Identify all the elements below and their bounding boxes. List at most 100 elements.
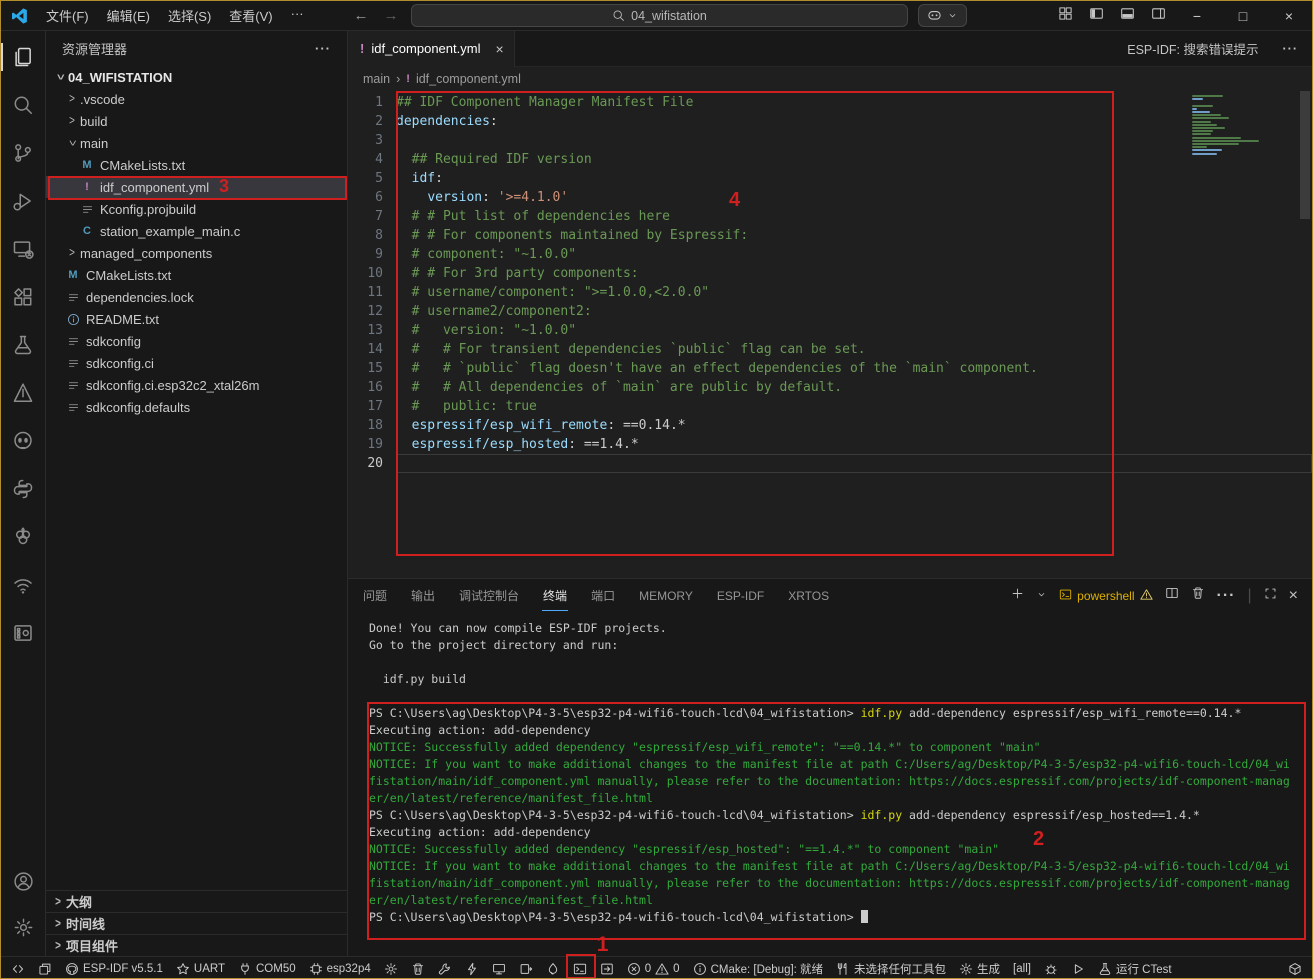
panel-tab[interactable]: XRTOS: [787, 583, 830, 609]
maximize-panel-button[interactable]: [1264, 587, 1277, 605]
status-com-port[interactable]: COM50: [238, 962, 296, 976]
status-flash[interactable]: [465, 962, 479, 976]
status-build-flash-monitor[interactable]: [519, 962, 533, 976]
panel-tab[interactable]: 终端: [542, 581, 568, 611]
status-full-clean[interactable]: [411, 962, 425, 976]
panel-tab[interactable]: 端口: [590, 581, 616, 610]
panel-tab[interactable]: 调试控制台: [458, 581, 520, 610]
terminal-shell-item[interactable]: powershell: [1059, 588, 1152, 604]
status-debug-launch[interactable]: [1044, 962, 1058, 976]
activity-remote-explorer[interactable]: [1, 225, 46, 273]
breadcrumb-folder[interactable]: main: [363, 72, 390, 86]
tree-item[interactable]: README.txt: [46, 308, 347, 330]
status-restore-windows[interactable]: [38, 962, 52, 976]
activity-explorer[interactable]: [1, 33, 46, 81]
tab-close-icon[interactable]: ×: [495, 41, 503, 57]
editor-scrollbar[interactable]: [1299, 91, 1311, 578]
status-monitor[interactable]: [492, 962, 506, 976]
tree-item[interactable]: !idf_component.yml: [46, 176, 347, 198]
panel-more-icon[interactable]: ···: [1217, 587, 1236, 605]
breadcrumb[interactable]: main › ! idf_component.yml: [348, 67, 1312, 91]
panel-tab[interactable]: MEMORY: [638, 583, 694, 609]
minimize-button[interactable]: −: [1174, 1, 1220, 31]
panel-tab[interactable]: 问题: [362, 581, 388, 610]
kill-terminal-button[interactable]: [1191, 586, 1205, 605]
activity-source-control[interactable]: [1, 129, 46, 177]
tree-item[interactable]: >main: [46, 132, 347, 154]
activity-python[interactable]: [1, 465, 46, 513]
status-package[interactable]: [1288, 962, 1302, 976]
status-esp-idf-version[interactable]: ESP-IDF v5.5.1: [65, 962, 163, 976]
panel-left-button[interactable]: [1089, 6, 1104, 26]
maximize-button[interactable]: □: [1220, 1, 1266, 31]
status-toolkit[interactable]: 未选择任何工具包: [836, 961, 946, 977]
espidf-search-hint-button[interactable]: ESP-IDF: 搜索错误提示: [1127, 39, 1258, 58]
status-cmake-status[interactable]: CMake: [Debug]: 就绪: [693, 961, 823, 977]
menu-item[interactable]: 文件(F): [37, 2, 98, 29]
tree-item[interactable]: >04_WIFISTATION: [46, 66, 347, 88]
panel-bottom-button[interactable]: [1120, 6, 1135, 26]
activity-extensions[interactable]: [1, 273, 46, 321]
close-button[interactable]: ×: [1266, 1, 1312, 31]
code-editor[interactable]: 1234567891011121314151617181920 ## IDF C…: [348, 91, 1312, 578]
tree-item[interactable]: sdkconfig: [46, 330, 347, 352]
status-remote-indicator[interactable]: [11, 962, 25, 976]
tree-item[interactable]: >build: [46, 110, 347, 132]
sidebar-section[interactable]: >大纲: [46, 890, 347, 912]
tree-item[interactable]: dependencies.lock: [46, 286, 347, 308]
editor-more-icon[interactable]: ···: [1283, 42, 1299, 56]
code-area[interactable]: ## IDF Component Manager Manifest Filede…: [396, 91, 1312, 578]
status-target-all[interactable]: [all]: [1013, 963, 1031, 975]
activity-cmake[interactable]: [1, 369, 46, 417]
forward-arrow-icon[interactable]: →: [381, 7, 401, 24]
sidebar-section[interactable]: >时间线: [46, 912, 347, 934]
copilot-button[interactable]: [918, 4, 967, 27]
layout-grid-button[interactable]: [1058, 6, 1073, 26]
activity-platformio[interactable]: [1, 417, 46, 465]
menu-item[interactable]: 选择(S): [159, 2, 220, 29]
panel-tab[interactable]: ESP-IDF: [716, 583, 765, 609]
tree-item[interactable]: Cstation_example_main.c: [46, 220, 347, 242]
tree-item[interactable]: sdkconfig.ci.esp32c2_xtal26m: [46, 374, 347, 396]
status-run-launch[interactable]: [1071, 962, 1085, 976]
activity-raspberry[interactable]: [1, 513, 46, 561]
panel-tab[interactable]: 输出: [410, 581, 436, 610]
split-terminal-button[interactable]: [1165, 586, 1179, 605]
tree-item[interactable]: sdkconfig.defaults: [46, 396, 347, 418]
status-problems[interactable]: 00: [627, 962, 680, 976]
terminal-output[interactable]: Done! You can now compile ESP-IDF projec…: [348, 612, 1312, 956]
menu-item[interactable]: 编辑(E): [98, 2, 159, 29]
status-build-target[interactable]: 生成: [959, 961, 1000, 977]
activity-account[interactable]: [1, 858, 46, 904]
activity-search[interactable]: [1, 81, 46, 129]
command-center-search[interactable]: 04_wifistation: [411, 4, 908, 27]
sidebar-section[interactable]: >项目组件: [46, 934, 347, 956]
status-menuconfig[interactable]: [384, 962, 398, 976]
activity-espressif[interactable]: [1, 561, 46, 609]
tree-item[interactable]: >managed_components: [46, 242, 347, 264]
menu-item[interactable]: 查看(V): [220, 2, 281, 29]
tree-item[interactable]: Kconfig.projbuild: [46, 198, 347, 220]
activity-settings[interactable]: [1, 904, 46, 950]
status-build-tool[interactable]: [438, 962, 452, 976]
breadcrumb-file[interactable]: idf_component.yml: [416, 72, 521, 86]
status-target-chip[interactable]: esp32p4: [309, 962, 371, 976]
sidebar-more-icon[interactable]: ···: [315, 41, 331, 56]
status-run-ctest[interactable]: 运行 CTest: [1098, 961, 1172, 977]
tree-item[interactable]: MCMakeLists.txt: [46, 154, 347, 176]
panel-right-button[interactable]: [1151, 6, 1166, 26]
back-arrow-icon[interactable]: ←: [351, 7, 371, 24]
terminal-dropdown-icon[interactable]: [1036, 587, 1047, 605]
close-panel-icon[interactable]: ×: [1289, 587, 1298, 605]
activity-run-debug[interactable]: [1, 177, 46, 225]
tree-item[interactable]: sdkconfig.ci: [46, 352, 347, 374]
tree-item[interactable]: >.vscode: [46, 88, 347, 110]
activity-testing[interactable]: [1, 321, 46, 369]
status-uart[interactable]: UART: [176, 962, 225, 976]
status-erase-flash[interactable]: [546, 962, 560, 976]
new-terminal-button[interactable]: [1011, 587, 1024, 605]
menu-item[interactable]: ···: [282, 2, 313, 29]
activity-device-board[interactable]: [1, 609, 46, 657]
status-open-command[interactable]: [600, 962, 614, 976]
status-idf-terminal[interactable]: [573, 962, 587, 976]
